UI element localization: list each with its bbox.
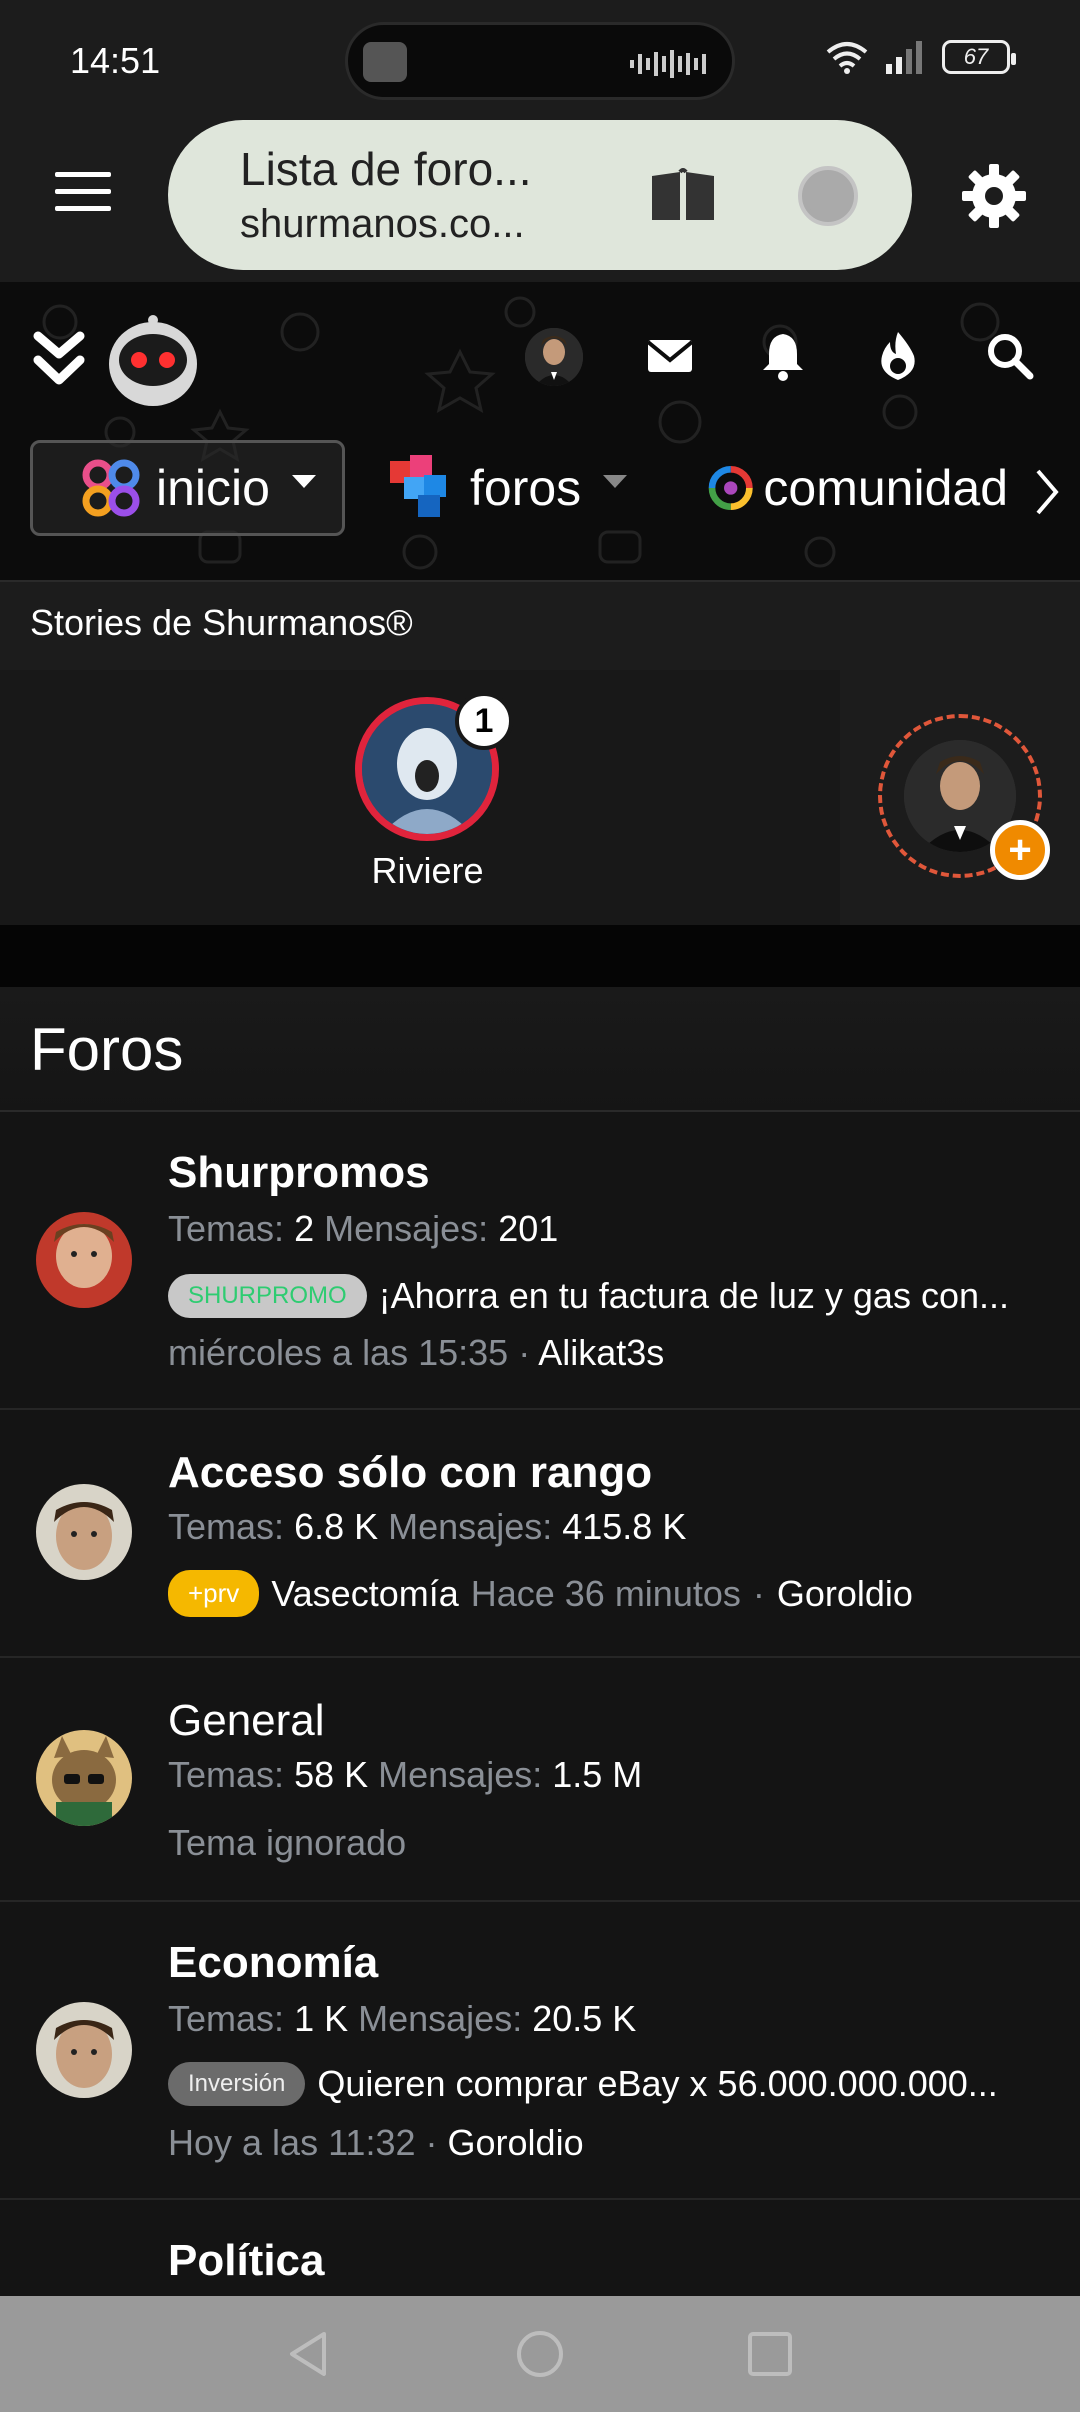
forum-stats: Temas: 6.8 K Mensajes: 415.8 K: [168, 1506, 687, 1547]
last-poster[interactable]: Goroldio: [448, 2122, 584, 2163]
forum-row[interactable]: Acceso sólo con rango Temas: 6.8 K Mensa…: [0, 1410, 1080, 1658]
menu-icon[interactable]: [55, 172, 111, 216]
address-bar[interactable]: Lista de foro... shurmanos.co...: [168, 120, 912, 270]
forum-row[interactable]: Economía Temas: 1 K Mensajes: 20.5 K Inv…: [0, 1902, 1080, 2200]
reader-mode-icon[interactable]: [648, 168, 718, 224]
bell-icon[interactable]: [755, 328, 811, 384]
last-poster[interactable]: Goroldio: [777, 1573, 913, 1615]
ignored-topic-notice: Tema ignorado: [168, 1822, 407, 1863]
status-bar: 14:51 67: [0, 0, 1080, 120]
dropdown-caret-icon: [291, 474, 316, 488]
forum-stats: Temas: 2 Mensajes: 201: [168, 1208, 559, 1249]
last-post-title[interactable]: Quieren comprar eBay x 56.000.000.000...: [317, 2063, 997, 2105]
forum-last-post[interactable]: Inversión Quieren comprar eBay x 56.000.…: [168, 2062, 1052, 2106]
story-count-badge: 1: [455, 692, 513, 750]
nav-tab-label: comunidad: [763, 460, 1008, 516]
back-icon[interactable]: [282, 2326, 338, 2382]
forum-last-meta: miércoles a las 15:35 · Alikat3s: [168, 1332, 665, 1373]
forum-stats: Temas: 58 K Mensajes: 1.5 M: [168, 1754, 643, 1795]
gear-icon[interactable]: [958, 160, 1030, 232]
dropdown-caret-icon: [603, 474, 628, 488]
prefix-tag: Inversión: [168, 2062, 306, 2106]
status-time: 14:51: [70, 40, 161, 81]
forum-name[interactable]: Política: [168, 2236, 325, 2286]
status-icons: 67: [826, 40, 1016, 74]
forum-name[interactable]: Economía: [168, 1938, 378, 1988]
inicio-logo-icon: [82, 459, 140, 517]
home-icon[interactable]: [512, 2326, 568, 2382]
last-post-title[interactable]: Vasectomía: [271, 1573, 458, 1615]
forum-last-meta: Hoy a las 11:32 · Goroldio: [168, 2122, 584, 2163]
forums-title: Foros: [30, 1016, 184, 1083]
wifi-icon: [826, 42, 868, 74]
fire-icon[interactable]: [870, 328, 926, 384]
system-nav-bar: [0, 2296, 1080, 2412]
nav-tab-label: inicio: [156, 460, 270, 516]
forum-name[interactable]: Shurpromos: [168, 1148, 430, 1198]
forum-avatar: [36, 1212, 132, 1308]
last-poster[interactable]: Alikat3s: [538, 1332, 664, 1373]
forum-avatar: [36, 1730, 132, 1826]
forum-avatar: [36, 1484, 132, 1580]
foros-logo-icon: [390, 455, 446, 517]
mail-icon[interactable]: [642, 328, 698, 384]
collapse-chevrons-icon[interactable]: [32, 330, 86, 390]
record-button[interactable]: [798, 166, 858, 226]
forum-name[interactable]: General: [168, 1696, 325, 1746]
nav-tab-comunidad[interactable]: comunidad: [708, 440, 1008, 536]
forum-name[interactable]: Acceso sólo con rango: [168, 1448, 652, 1498]
story-username[interactable]: Riviere: [330, 850, 525, 892]
plus-icon[interactable]: +: [990, 820, 1050, 880]
battery-indicator: 67: [942, 40, 1016, 74]
forum-row[interactable]: General Temas: 58 K Mensajes: 1.5 M Tema…: [0, 1658, 1080, 1902]
browser-toolbar: Lista de foro... shurmanos.co...: [0, 120, 1080, 282]
nav-tab-inicio[interactable]: inicio: [30, 440, 345, 536]
forum-row[interactable]: Shurpromos Temas: 2 Mensajes: 201 SHURPR…: [0, 1112, 1080, 1410]
site-logo-robot-icon[interactable]: [105, 312, 201, 412]
last-post-time: Hace 36 minutos: [470, 1572, 741, 1614]
prefix-tag: +prv: [168, 1570, 260, 1617]
recents-icon[interactable]: [742, 2326, 798, 2382]
chevron-right-icon[interactable]: [1032, 467, 1062, 517]
stories-title: Stories de Shurmanos®: [30, 602, 413, 643]
page-url: shurmanos.co...: [240, 202, 525, 246]
signal-icon: [886, 41, 922, 74]
section-separator: [0, 925, 1080, 987]
forum-last-post[interactable]: SHURPROMO ¡Ahorra en tu factura de luz y…: [168, 1274, 1052, 1318]
forum-row[interactable]: Política: [0, 2200, 1080, 2296]
site-header: inicio foros comunidad: [0, 282, 1080, 580]
forum-stats: Temas: 1 K Mensajes: 20.5 K: [168, 1998, 637, 2039]
last-post-title[interactable]: ¡Ahorra en tu factura de luz y gas con..…: [379, 1275, 1009, 1317]
dynamic-island: [345, 22, 735, 100]
nav-tab-foros[interactable]: foros: [390, 440, 628, 536]
audio-wave-icon: [630, 50, 706, 78]
stories-section: Stories de Shurmanos® 1 Riviere: [0, 580, 1080, 927]
comunidad-logo-icon: [708, 465, 753, 511]
page-title: Lista de foro...: [240, 143, 532, 195]
forum-last-post[interactable]: +prv Vasectomía Hace 36 minutos · Gorold…: [168, 1570, 1052, 1617]
forums-header: Foros: [0, 987, 1080, 1112]
forum-avatar: [36, 2002, 132, 2098]
nav-tab-label: foros: [470, 460, 582, 516]
search-icon[interactable]: [982, 328, 1038, 384]
prefix-tag: SHURPROMO: [168, 1274, 367, 1318]
user-avatar[interactable]: [525, 328, 583, 386]
media-thumbnail: [363, 42, 407, 82]
